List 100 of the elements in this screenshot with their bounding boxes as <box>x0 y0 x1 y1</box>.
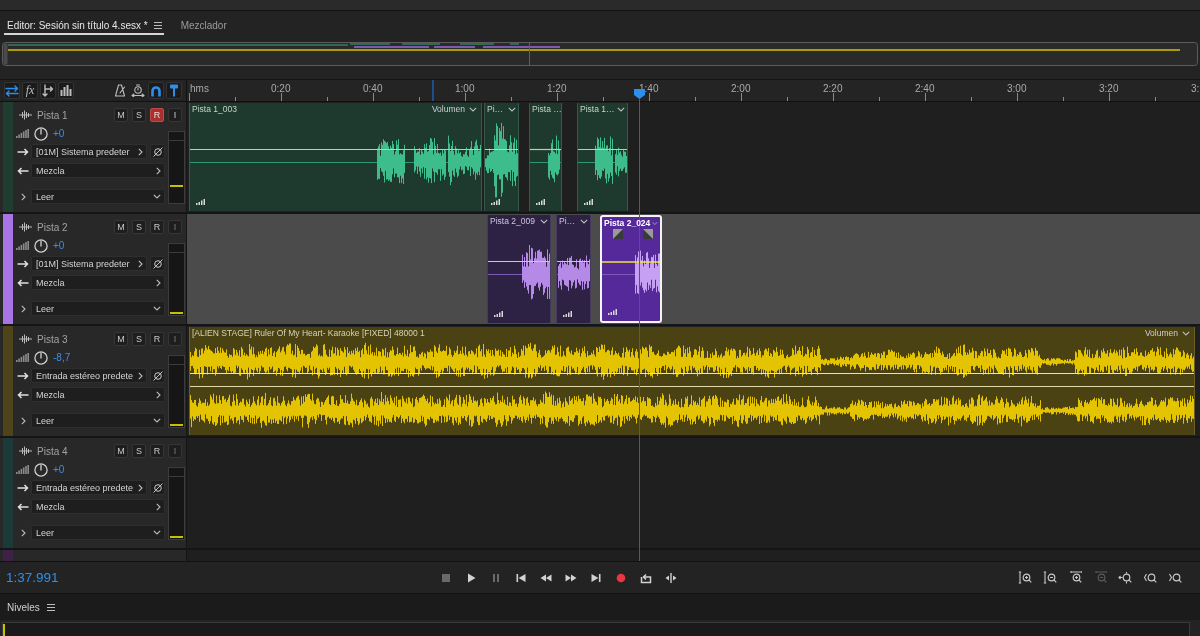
time-label: 3:00 <box>1007 83 1027 94</box>
phase-invert-button[interactable] <box>150 256 165 271</box>
volume-knob[interactable] <box>34 238 48 253</box>
volume-bars-icon <box>16 129 29 138</box>
solo-button[interactable]: S <box>132 220 146 234</box>
record-icon[interactable] <box>615 571 627 584</box>
time-label: 0:40 <box>363 83 383 94</box>
sends-button[interactable] <box>40 82 56 99</box>
clip-title: [ALIEN STAGE] Ruler Of My Heart- Karaoke [FIXED] 48000 1 <box>192 328 425 338</box>
pin-button[interactable] <box>166 82 182 99</box>
snap-button[interactable] <box>148 82 164 99</box>
volume-knob[interactable] <box>34 126 48 141</box>
clip-title: Pi… <box>487 104 504 114</box>
time-label: 3:20 <box>1099 83 1119 94</box>
stopwatch-icon[interactable] <box>131 84 145 97</box>
phase-invert-button[interactable] <box>150 144 165 159</box>
zoom-out-amplitude-icon[interactable] <box>1043 571 1057 584</box>
fade-in-handle-icon[interactable] <box>613 229 623 239</box>
output-dropdown[interactable]: Mezcla <box>31 163 165 178</box>
automation-dropdown[interactable]: Leer <box>31 189 165 204</box>
automation-dropdown[interactable]: Leer <box>31 301 165 316</box>
chevron-down-icon[interactable] <box>540 218 548 224</box>
panel-tab[interactable]: Editor: Sesión sin título 4.sesx * <box>4 17 164 35</box>
input-dropdown[interactable]: Entrada estéreo predete <box>31 368 147 383</box>
automation-dropdown[interactable]: Leer <box>31 525 165 540</box>
time-label: 1:00 <box>455 83 475 94</box>
expand-chevron-icon[interactable] <box>20 304 26 313</box>
audio-clip[interactable]: Pi… <box>484 103 519 211</box>
effects-button[interactable]: fx <box>22 82 38 99</box>
volume-value: +0 <box>53 240 65 251</box>
zoom-in-left-icon[interactable] <box>1143 571 1157 584</box>
solo-button[interactable]: S <box>132 108 146 122</box>
zoom-in-time-icon[interactable] <box>1068 571 1082 584</box>
audio-clip[interactable]: Pista 2_024 <box>600 215 662 323</box>
skip-to-end-icon[interactable] <box>590 571 602 584</box>
audio-clip[interactable]: Pi… <box>556 215 591 323</box>
input-dropdown[interactable]: [01M] Sistema predeter <box>31 144 147 159</box>
clip-title: Pista 1… <box>580 104 615 114</box>
menu-icon[interactable] <box>153 21 162 29</box>
phase-invert-button[interactable] <box>150 368 165 383</box>
audio-clip[interactable]: [ALIEN STAGE] Ruler Of My Heart- Karaoke [FIXED] 48000 1 Volumen <box>189 327 1195 435</box>
phase-invert-button[interactable] <box>150 480 165 495</box>
solo-button[interactable]: S <box>132 332 146 346</box>
audio-clip[interactable]: Pista 1… <box>577 103 628 211</box>
mute-button[interactable]: M <box>114 332 128 346</box>
time-label: 2:00 <box>731 83 751 94</box>
clip-gain-icon <box>491 199 500 205</box>
fade-out-handle-icon[interactable] <box>643 229 653 239</box>
mute-button[interactable]: M <box>114 108 128 122</box>
record-arm-button[interactable]: R <box>150 332 164 346</box>
output-dropdown[interactable]: Mezcla <box>31 387 165 402</box>
pin-icon <box>169 84 179 97</box>
expand-chevron-icon[interactable] <box>20 528 26 537</box>
skip-to-start-icon[interactable] <box>515 571 527 584</box>
chevron-down-icon[interactable] <box>617 106 625 112</box>
panel-tab[interactable]: Mezclador <box>177 17 229 35</box>
zoom-in-right-icon[interactable] <box>1168 571 1182 584</box>
solo-button[interactable]: S <box>132 444 146 458</box>
volume-knob[interactable] <box>34 350 48 365</box>
play-icon[interactable] <box>465 571 477 584</box>
audio-clip[interactable]: Pista 1_003 Volumen <box>189 103 482 211</box>
chevron-down-icon[interactable] <box>508 106 516 112</box>
automation-dropdown[interactable]: Leer <box>31 413 165 428</box>
mute-button[interactable]: M <box>114 444 128 458</box>
clip-gain-icon <box>494 311 503 317</box>
clip-gain-icon <box>584 199 593 205</box>
audio-clip[interactable]: Pista … <box>529 103 562 211</box>
audio-clip[interactable]: Pista 2_009 <box>487 215 551 323</box>
mute-button[interactable]: M <box>114 220 128 234</box>
volume-dropdown[interactable]: Volumen <box>429 104 479 114</box>
chevron-down-icon <box>469 106 477 112</box>
expand-chevron-icon[interactable] <box>20 192 26 201</box>
track-name: Pista 3 <box>37 333 68 345</box>
swap-button[interactable] <box>4 82 20 99</box>
zoom-in-amplitude-icon[interactable] <box>1018 571 1032 584</box>
skip-selection-icon[interactable] <box>665 571 677 584</box>
expand-chevron-icon[interactable] <box>20 416 26 425</box>
bar-chart-button[interactable] <box>58 82 74 99</box>
input-dropdown[interactable]: [01M] Sistema predeter <box>31 256 147 271</box>
chevron-down-icon[interactable] <box>580 218 588 224</box>
menu-icon[interactable] <box>46 603 55 611</box>
input-monitor-button[interactable]: I <box>168 108 182 122</box>
record-arm-button[interactable]: R <box>150 444 164 458</box>
volume-dropdown[interactable]: Volumen <box>1142 328 1192 338</box>
zoom-selection-icon[interactable] <box>1118 571 1132 584</box>
metronome-icon[interactable] <box>114 84 126 97</box>
track-name: Pista 1 <box>37 109 68 121</box>
output-dropdown[interactable]: Mezcla <box>31 499 165 514</box>
input-dropdown[interactable]: Entrada estéreo predete <box>31 480 147 495</box>
record-arm-button[interactable]: R <box>150 220 164 234</box>
time-label: 2:40 <box>915 83 935 94</box>
phase-invert-icon <box>152 370 163 381</box>
output-dropdown[interactable]: Mezcla <box>31 275 165 290</box>
record-arm-button[interactable]: R <box>150 108 164 122</box>
overview-navigator[interactable] <box>2 42 1198 66</box>
volume-knob[interactable] <box>34 462 48 477</box>
output-arrow-icon <box>17 278 29 287</box>
output-arrow-icon <box>17 166 29 175</box>
clip-title: Pista 1_003 <box>192 104 237 114</box>
loop-icon[interactable] <box>640 571 652 584</box>
